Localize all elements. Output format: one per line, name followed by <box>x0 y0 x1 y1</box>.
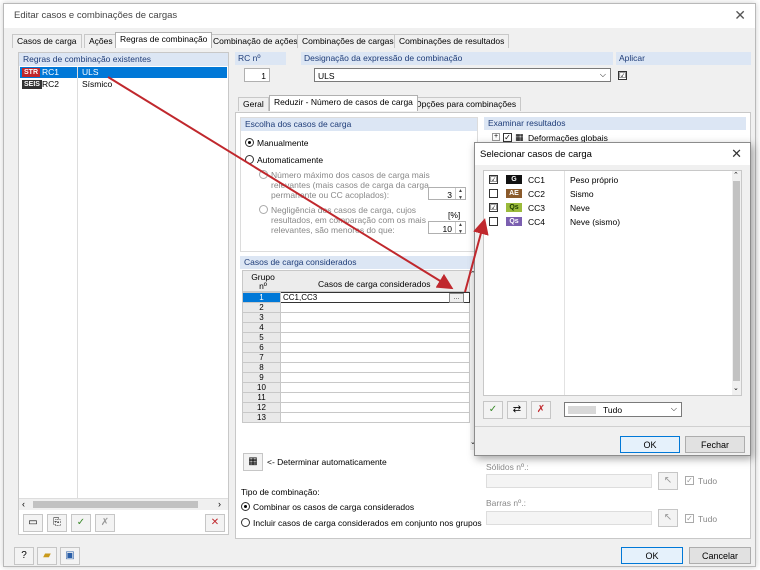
subtab-reduzir[interactable]: Reduzir - Número de casos de carga <box>269 95 418 111</box>
tab-regras-de-combinacao[interactable]: Regras de combinação <box>115 32 213 48</box>
annotation-arrows <box>107 76 489 293</box>
arrow-to-dialog <box>464 218 489 293</box>
